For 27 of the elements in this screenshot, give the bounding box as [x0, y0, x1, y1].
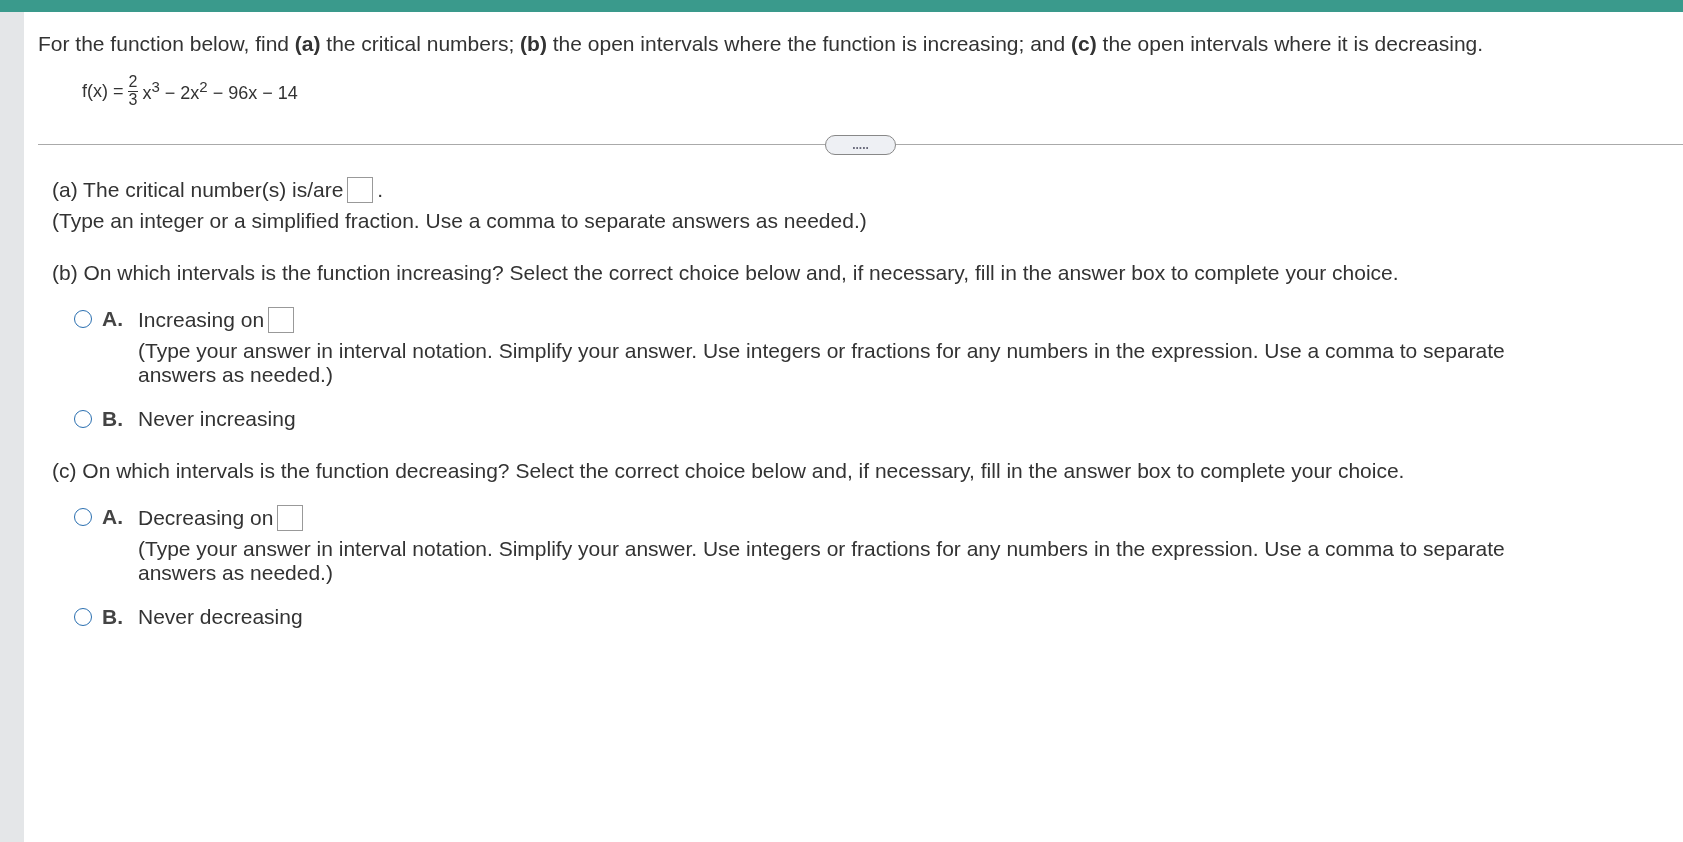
choice-label: Increasing on — [138, 307, 265, 332]
period: . — [377, 177, 384, 202]
choice-label: Never decreasing — [138, 604, 303, 628]
answer-box[interactable] — [268, 306, 295, 333]
function-expression: x$^{3}$ − 2x$^{2}$ − 96x − 14 — [142, 78, 298, 105]
question-text: For the function below, find (a) the critical numbers; (b) the open intervals where the function is increasing; and (c) the open intervals where it is decreasing. — [38, 32, 1485, 56]
choice-label: Never increasing — [138, 406, 296, 430]
question-text: (b) On which intervals is the function increasing? Select the correct choice below and, if necessary, fill in the answer box to complete your choice. — [52, 260, 1400, 285]
choice-letter: A. — [102, 306, 124, 332]
question-text: (a) The critical number(s) is/are — [52, 177, 344, 202]
question-text: (c) On which intervals is the function decreasing? Select the correct choice below and, if necessary, fill in the answer box to complete your choice. — [52, 458, 1406, 483]
choice-letter: A. — [102, 504, 124, 530]
choice-label: Decreasing on — [138, 505, 274, 530]
radio-button[interactable] — [74, 409, 92, 428]
function-name: f(x) = — [82, 80, 124, 102]
radio-button[interactable] — [74, 607, 92, 626]
fraction: 2 3 — [127, 74, 139, 109]
expand-button[interactable]: ..... — [825, 134, 896, 155]
answer-box[interactable] — [347, 176, 374, 203]
hint-text: (Type your answer in interval notation. Simplify your answer. Use integers or fractions for any numbers in the expression. Use a comma to separate answers as needed.) — [138, 338, 1506, 387]
hint-text: (Type an integer or a simplified fraction. Use a comma to separate answers as needed.) — [52, 208, 868, 233]
hint-text: (Type your answer in interval notation. Simplify your answer. Use integers or fractions for any numbers in the expression. Use a comma to separate answers as needed.) — [138, 536, 1506, 585]
radio-button[interactable] — [74, 507, 92, 526]
choice-letter: B. — [102, 604, 124, 629]
answer-box[interactable] — [277, 504, 304, 531]
choice-letter: B. — [102, 406, 124, 431]
radio-button[interactable] — [74, 309, 92, 328]
